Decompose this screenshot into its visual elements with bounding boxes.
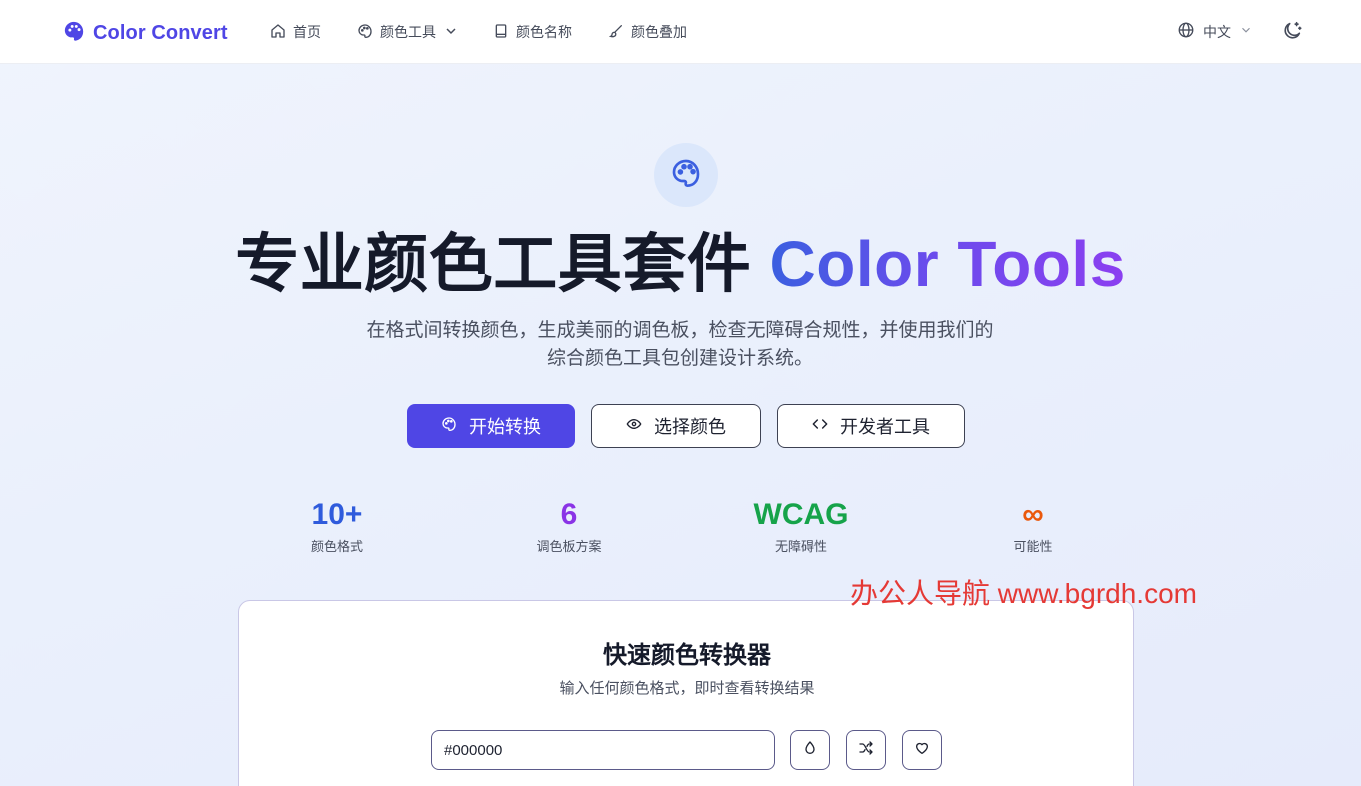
- heart-icon: [914, 740, 930, 761]
- quick-converter-card: 快速颜色转换器 输入任何颜色格式，即时查看转换结果: [238, 600, 1134, 786]
- brush-icon: [608, 23, 624, 42]
- palette-icon: [357, 23, 373, 42]
- moon-icon: [1281, 21, 1303, 46]
- language-selector[interactable]: 中文: [1177, 21, 1253, 42]
- palette-icon: [670, 157, 702, 194]
- stat-accessibility: WCAG 无障碍性: [701, 498, 901, 555]
- watermark-text: 办公人导航 www.bgrdh.com: [850, 578, 1197, 609]
- chevron-down-icon: [443, 23, 459, 42]
- hero-subtitle-line2: 综合颜色工具包创建设计系统。: [546, 348, 813, 369]
- brand-logo-link[interactable]: Color Convert: [63, 20, 228, 47]
- stat-value: 10+: [311, 498, 363, 531]
- developer-tools-button[interactable]: 开发者工具: [777, 404, 965, 448]
- nav-item-home[interactable]: 首页: [270, 22, 321, 42]
- nav-item-color-tools[interactable]: 颜色工具: [357, 22, 459, 42]
- stat-palette-schemes: 6 调色板方案: [469, 498, 669, 555]
- language-label: 中文: [1203, 23, 1231, 40]
- droplet-icon: [802, 740, 818, 761]
- eyedropper-button[interactable]: [790, 730, 830, 770]
- favorite-button[interactable]: [902, 730, 942, 770]
- hero-title-main: 专业颜色工具套件: [235, 228, 752, 300]
- pick-color-label: 选择颜色: [654, 417, 726, 437]
- palette-logo-icon: [63, 20, 85, 47]
- nav-item-label: 颜色工具: [380, 24, 436, 40]
- stat-value: ∞: [1022, 498, 1044, 531]
- stat-label: 颜色格式: [310, 539, 363, 554]
- stat-label: 无障碍性: [774, 539, 827, 554]
- chevron-down-icon: [1239, 23, 1253, 40]
- stat-color-formats: 10+ 颜色格式: [237, 498, 437, 555]
- pick-color-button[interactable]: 选择颜色: [591, 404, 761, 448]
- random-color-button[interactable]: [846, 730, 886, 770]
- top-navbar: Color Convert 首页 颜色工具 颜色名称 颜色叠加 中文: [0, 0, 1361, 64]
- hero-title: 专业颜色工具套件 Color Tools: [0, 226, 1361, 302]
- globe-icon: [1177, 21, 1195, 42]
- hero-palette-badge: [654, 143, 718, 207]
- book-icon: [493, 23, 509, 42]
- eye-icon: [626, 416, 642, 437]
- nav-item-label: 颜色名称: [516, 24, 572, 40]
- stat-label: 可能性: [1013, 539, 1053, 554]
- shuffle-icon: [858, 740, 874, 761]
- developer-tools-label: 开发者工具: [840, 417, 930, 437]
- theme-toggle-button[interactable]: [1281, 20, 1305, 44]
- stat-value: WCAG: [753, 498, 849, 531]
- home-icon: [270, 23, 286, 42]
- hero-subtitle: 在格式间转换颜色，生成美丽的调色板，检查无障碍合规性，并使用我们的 综合颜色工具…: [330, 317, 1030, 373]
- color-input[interactable]: [431, 730, 775, 770]
- stat-possibilities: ∞ 可能性: [933, 498, 1133, 555]
- converter-subtitle: 输入任何颜色格式，即时查看转换结果: [559, 680, 815, 697]
- nav-item-label: 颜色叠加: [631, 24, 687, 40]
- start-converting-label: 开始转换: [469, 417, 541, 437]
- main-nav: 首页 颜色工具 颜色名称 颜色叠加: [270, 22, 687, 42]
- nav-item-label: 首页: [293, 24, 321, 40]
- stat-label: 调色板方案: [536, 539, 602, 554]
- nav-item-color-names[interactable]: 颜色名称: [493, 22, 572, 42]
- stat-value: 6: [560, 498, 578, 531]
- converter-title: 快速颜色转换器: [603, 642, 771, 669]
- hero-subtitle-line1: 在格式间转换颜色，生成美丽的调色板，检查无障碍合规性，并使用我们的: [366, 320, 994, 341]
- code-icon: [812, 416, 828, 437]
- palette-icon: [441, 416, 457, 437]
- start-converting-button[interactable]: 开始转换: [407, 404, 575, 448]
- brand-title: Color Convert: [93, 22, 228, 44]
- nav-item-color-overlay[interactable]: 颜色叠加: [608, 22, 687, 42]
- hero-title-accent: Color Tools: [769, 228, 1126, 300]
